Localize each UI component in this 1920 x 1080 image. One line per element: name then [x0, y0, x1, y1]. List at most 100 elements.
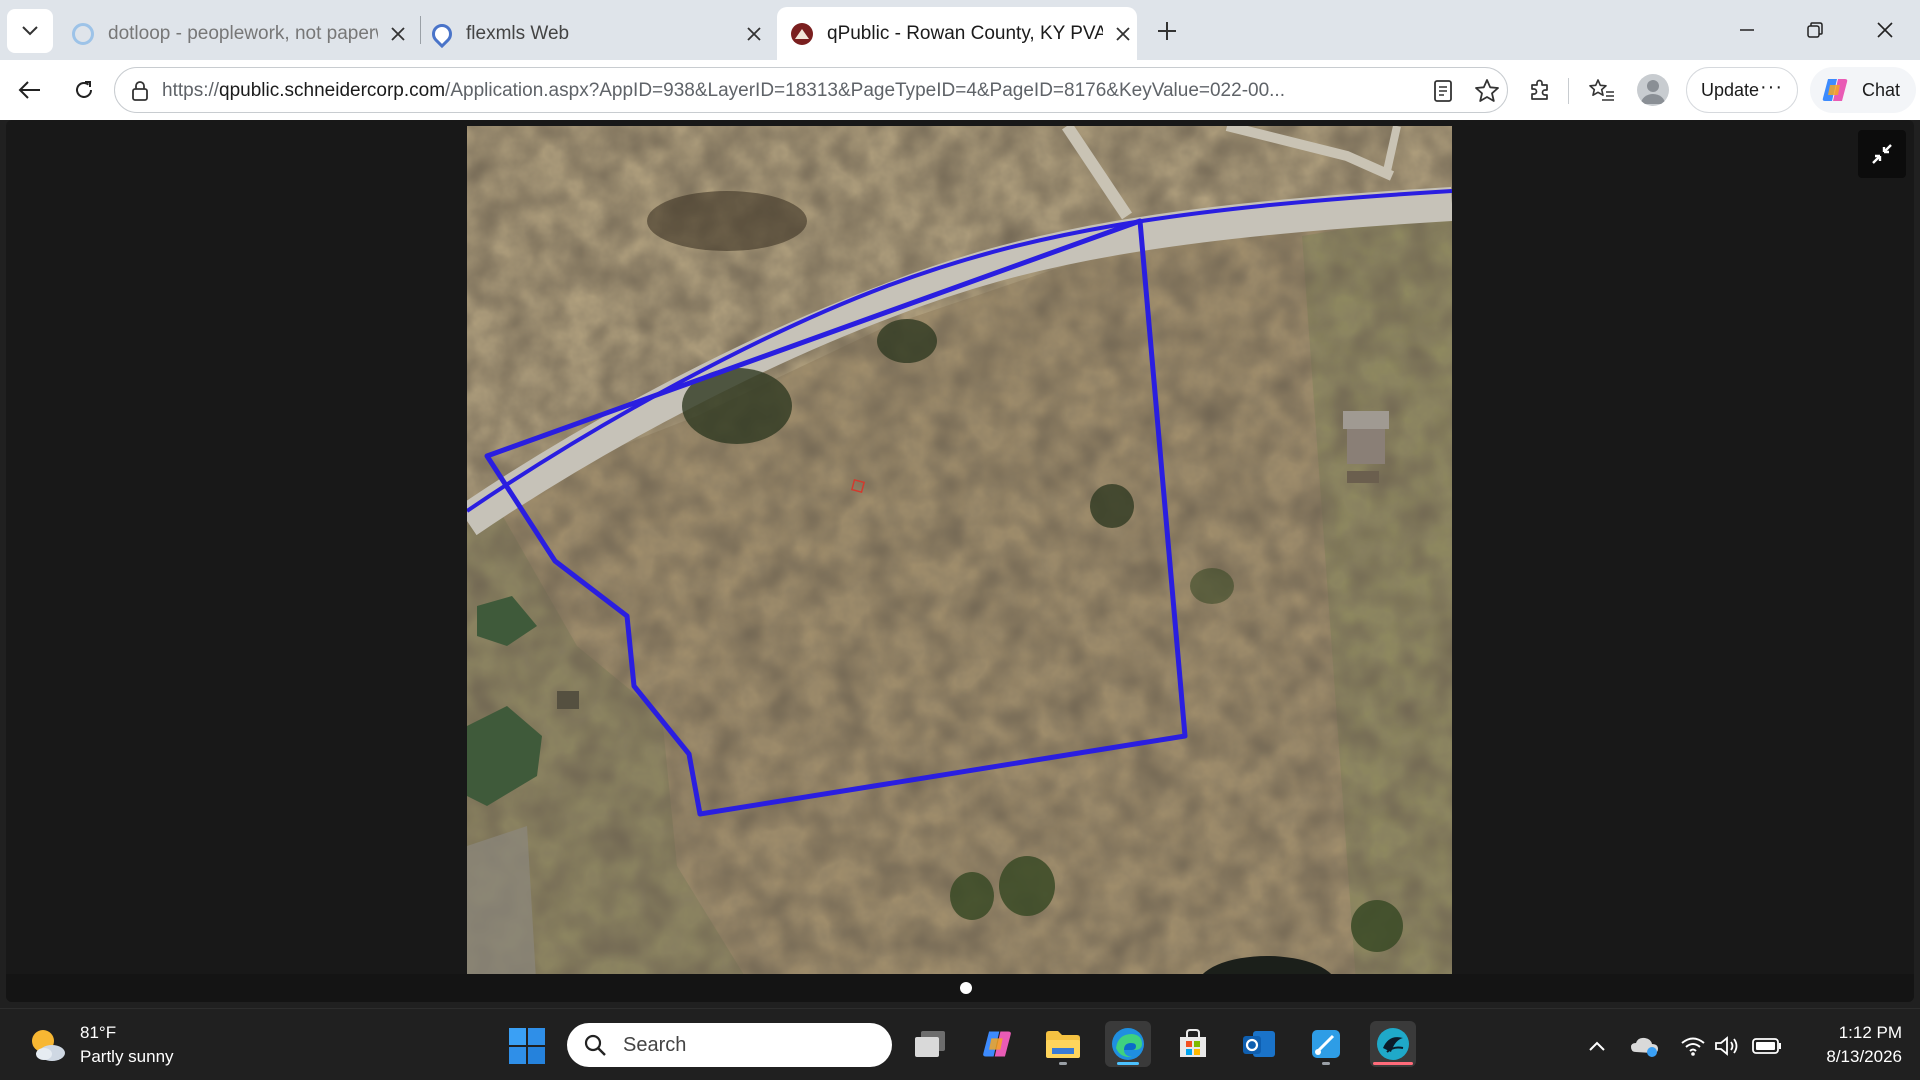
- address-toolbar: https://qpublic.schneidercorp.com/Applic…: [0, 60, 1920, 120]
- folder-icon: [1046, 1031, 1080, 1058]
- clock-date: 8/13/2026: [1826, 1047, 1902, 1066]
- close-tab-icon[interactable]: [740, 20, 768, 48]
- qpublic-favicon-icon: [791, 22, 813, 45]
- back-button[interactable]: [10, 70, 50, 110]
- chevron-up-icon: [1589, 1041, 1605, 1051]
- copilot-icon: [983, 1031, 1011, 1057]
- system-clock[interactable]: 1:12 PM 8/13/2026: [1792, 1021, 1902, 1069]
- app-icon: [1377, 1028, 1409, 1060]
- battery-button[interactable]: [1752, 1031, 1782, 1061]
- puzzle-icon: [1531, 79, 1548, 100]
- start-button[interactable]: [508, 1027, 546, 1065]
- chat-label: Chat: [1862, 79, 1901, 100]
- windows-logo-icon: [509, 1028, 545, 1064]
- edge-browser-button[interactable]: [1105, 1021, 1151, 1067]
- tab-title: qPublic - Rowan County, KY PVA - Report:…: [827, 22, 1103, 44]
- wifi-icon: [1681, 1037, 1705, 1056]
- toolbar-divider: [1568, 78, 1569, 104]
- aerial-parcel-photo[interactable]: [467, 126, 1452, 996]
- tab-divider: [420, 16, 421, 44]
- store-icon: [1180, 1029, 1206, 1057]
- weather-temperature: 81°F: [80, 1023, 117, 1042]
- tab-title: flexmls Web: [466, 22, 570, 44]
- flexmls-favicon-icon: [427, 19, 457, 48]
- copilot-taskbar-button[interactable]: [974, 1021, 1020, 1067]
- slide-indicator-dot[interactable]: [960, 982, 972, 994]
- battery-icon: [1752, 1038, 1781, 1054]
- tab-qpublic[interactable]: qPublic - Rowan County, KY PVA - Report:…: [777, 7, 1137, 60]
- minimize-button[interactable]: [1722, 10, 1772, 50]
- new-tab-button[interactable]: [1150, 14, 1184, 48]
- tab-title: dotloop - peoplework, not paperwork: [108, 22, 378, 44]
- star-icon: [1475, 79, 1499, 102]
- chevron-down-icon: [22, 26, 38, 36]
- close-icon: [1877, 22, 1893, 38]
- show-hidden-icons-button[interactable]: [1582, 1031, 1612, 1061]
- close-tab-icon[interactable]: [1109, 20, 1137, 48]
- outlook-icon: [1243, 1031, 1275, 1057]
- windows-taskbar: 81°F Partly sunny Search 1:12 PM 8/13/20…: [0, 1008, 1920, 1080]
- running-indicator: [1322, 1062, 1330, 1065]
- microsoft-store-button[interactable]: [1170, 1021, 1216, 1067]
- person-icon: [1641, 80, 1665, 104]
- speaker-icon: [1715, 1036, 1738, 1056]
- reader-view-icon: [1434, 80, 1452, 102]
- search-placeholder: Search: [623, 1033, 687, 1056]
- minimize-icon: [1740, 29, 1754, 31]
- favorites-button[interactable]: [1582, 70, 1622, 110]
- update-label: Update: [1701, 79, 1760, 100]
- extensions-button[interactable]: [1520, 70, 1560, 110]
- plus-icon: [1158, 22, 1176, 40]
- edge-icon: [1112, 1028, 1144, 1060]
- dotloop-favicon-icon: [72, 22, 94, 45]
- volume-button[interactable]: [1712, 1031, 1742, 1061]
- close-window-button[interactable]: [1860, 10, 1910, 50]
- pinned-app-button[interactable]: [1370, 1021, 1416, 1067]
- update-button[interactable]: Update ···: [1686, 67, 1798, 113]
- restore-icon: [1807, 22, 1823, 38]
- task-view-button[interactable]: [908, 1021, 954, 1067]
- outlook-button[interactable]: [1236, 1021, 1282, 1067]
- onedrive-tray-button[interactable]: [1630, 1031, 1660, 1061]
- reader-view-button[interactable]: [1429, 77, 1457, 105]
- back-arrow-icon: [18, 81, 40, 99]
- refresh-button[interactable]: [64, 70, 104, 110]
- close-tab-icon[interactable]: [384, 20, 412, 48]
- partly-sunny-icon: [28, 1026, 66, 1064]
- favorite-star-button[interactable]: [1473, 77, 1501, 105]
- running-indicator: [1059, 1062, 1067, 1065]
- exit-fullscreen-button[interactable]: [1858, 130, 1906, 178]
- copilot-icon: [1822, 79, 1848, 101]
- clock-time: 1:12 PM: [1838, 1023, 1902, 1042]
- aerial-map-svg: [467, 126, 1452, 996]
- url-text[interactable]: https://qpublic.schneidercorp.com/Applic…: [162, 80, 1402, 102]
- restore-button[interactable]: [1790, 10, 1840, 50]
- task-view-icon: [915, 1031, 945, 1057]
- taskbar-search[interactable]: Search: [567, 1023, 892, 1067]
- image-viewer: [6, 120, 1914, 1002]
- profile-avatar[interactable]: [1637, 74, 1669, 106]
- snipping-tool-button[interactable]: [1303, 1021, 1349, 1067]
- running-indicator: [1373, 1062, 1413, 1065]
- weather-widget[interactable]: 81°F Partly sunny: [28, 1021, 174, 1069]
- more-dots-icon: ···: [1760, 76, 1783, 98]
- url-path: /Application.aspx?AppID=938&LayerID=1831…: [445, 80, 1285, 101]
- favorites-list-icon: [1589, 79, 1614, 101]
- snip-sketch-icon: [1312, 1030, 1340, 1058]
- collapse-icon: [1872, 144, 1892, 164]
- lock-icon[interactable]: [131, 80, 149, 102]
- weather-description: Partly sunny: [80, 1047, 174, 1066]
- tab-actions-menu-button[interactable]: [7, 9, 53, 53]
- copilot-chat-button[interactable]: Chat: [1810, 67, 1916, 113]
- search-icon: [584, 1034, 606, 1056]
- refresh-icon: [76, 81, 92, 98]
- tab-dotloop[interactable]: dotloop - peoplework, not paperwork: [72, 7, 412, 60]
- wifi-button[interactable]: [1678, 1031, 1708, 1061]
- running-indicator: [1117, 1062, 1139, 1065]
- url-prefix: https://: [162, 80, 220, 101]
- address-bar[interactable]: https://qpublic.schneidercorp.com/Applic…: [114, 67, 1508, 113]
- tab-flexmls[interactable]: flexmls Web: [427, 7, 768, 60]
- file-explorer-button[interactable]: [1040, 1021, 1086, 1067]
- tab-bar: dotloop - peoplework, not paperwork flex…: [0, 0, 1920, 60]
- url-host: qpublic.schneidercorp.com: [219, 80, 446, 101]
